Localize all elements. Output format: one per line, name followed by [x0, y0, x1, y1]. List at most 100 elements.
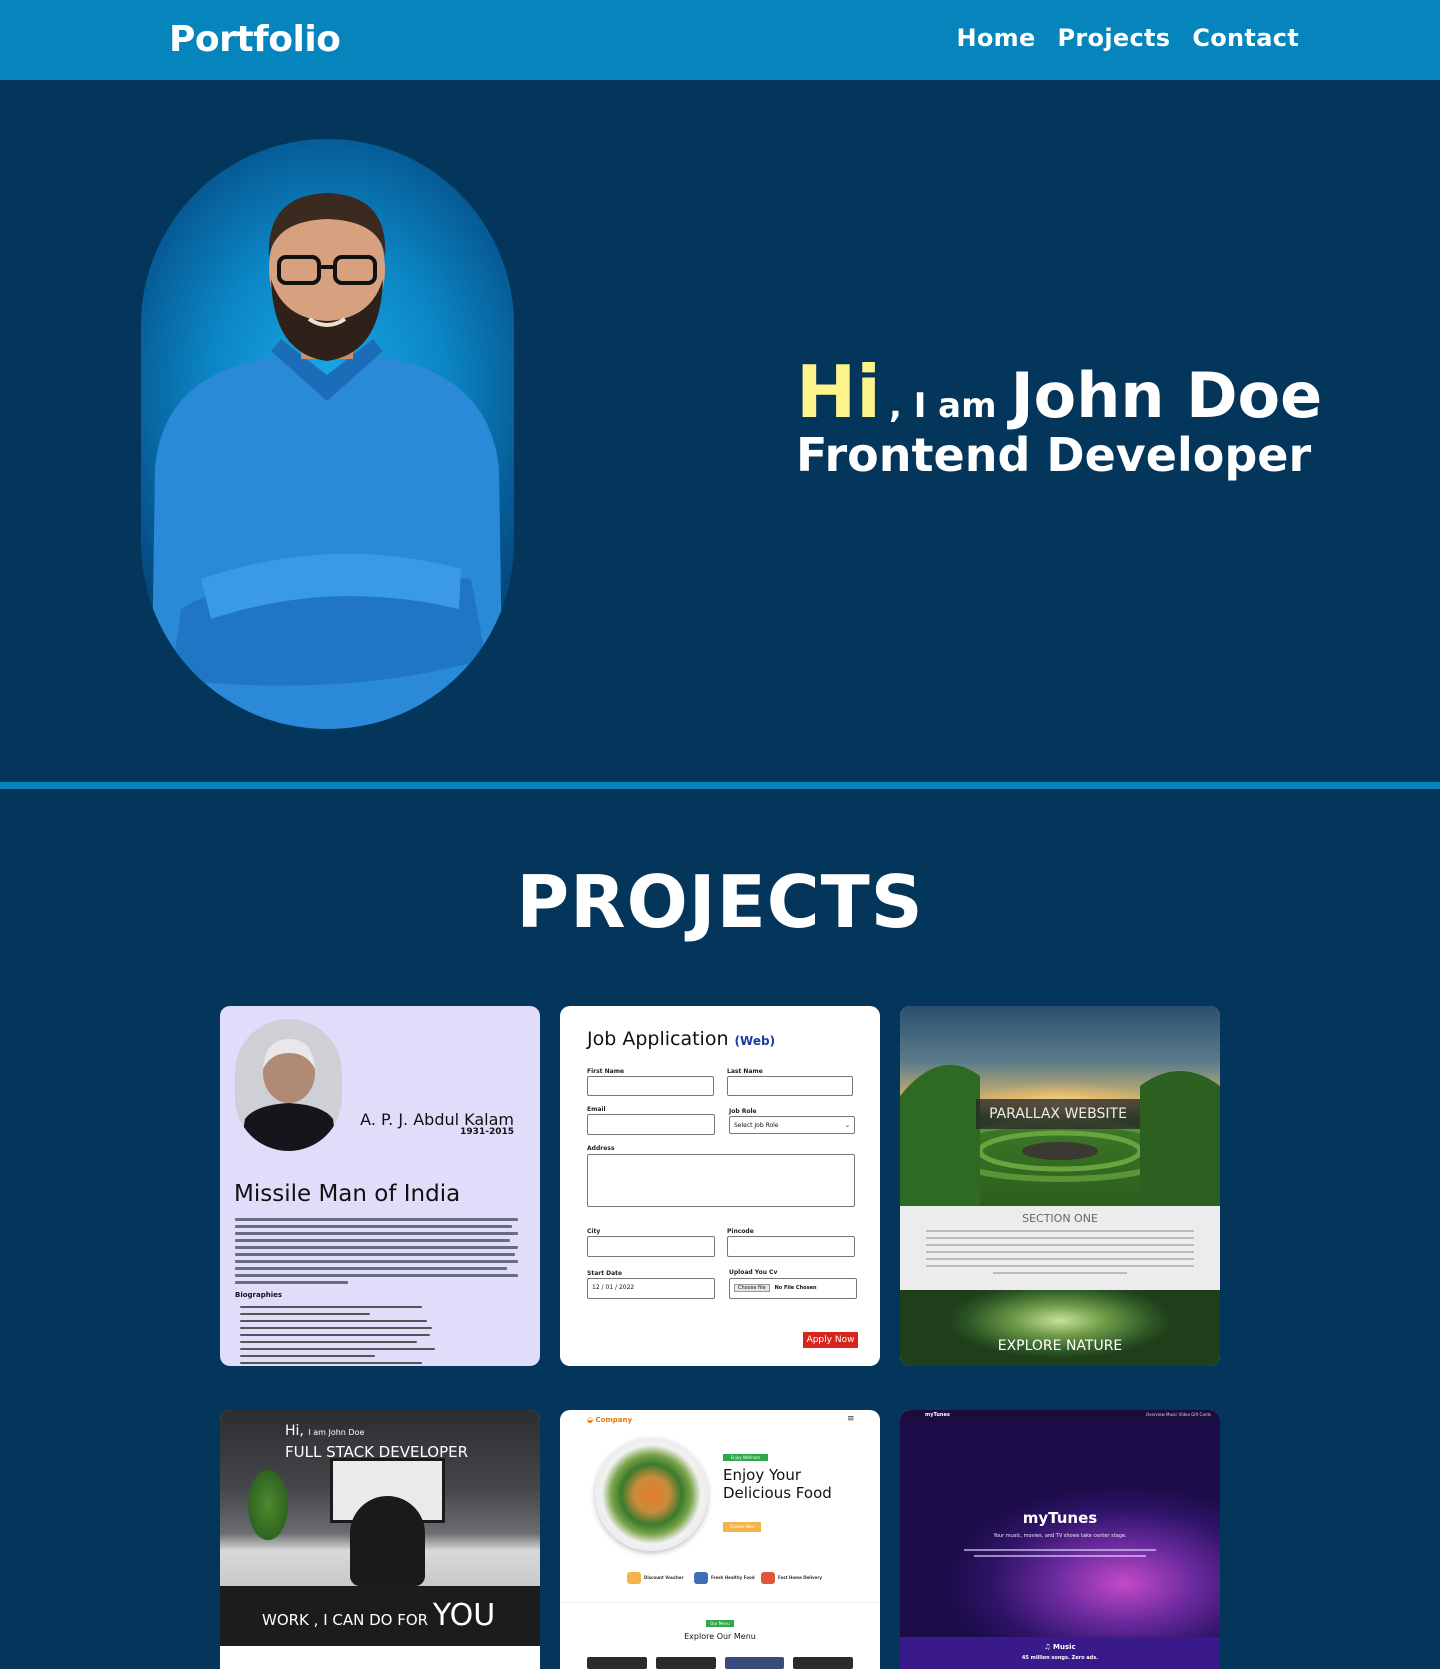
hamburger-menu-icon[interactable]: ≡	[847, 1414, 855, 1424]
food-title-line2: Delicious Food	[723, 1484, 832, 1502]
upload-cv-input[interactable]: Choose file No File Chosen	[729, 1278, 857, 1299]
label-last-name: Last Name	[727, 1068, 763, 1075]
start-date-value: 12 / 01 / 2022	[592, 1284, 635, 1291]
project-card-job-application[interactable]: Job Application (Web) First Name Last Na…	[560, 1006, 880, 1366]
feature-discount: Discount Voucher	[627, 1572, 692, 1584]
parallax-forest-image: EXPLORE NATURE	[900, 1290, 1220, 1366]
mytunes-tagline: 45 million songs. Zero ads.	[1021, 1655, 1099, 1661]
hero-section: Hi , I am John Doe Frontend Developer	[0, 80, 1440, 784]
project-card-parallax[interactable]: PARALLAX WEBSITE SECTION ONE EXPLORE NAT…	[900, 1006, 1220, 1366]
mytunes-title: myTunes	[1022, 1509, 1098, 1527]
pincode-input[interactable]	[727, 1236, 855, 1257]
feature-fresh-food-label: Fresh Healthy Food	[711, 1575, 755, 1580]
menu-thumbnails	[587, 1657, 853, 1669]
nav-link-home[interactable]: Home	[956, 24, 1035, 52]
biographies-list	[240, 1306, 500, 1366]
first-name-input[interactable]	[587, 1076, 714, 1096]
job-form-title: Job Application (Web)	[587, 1028, 775, 1050]
menu-thumb[interactable]	[724, 1657, 785, 1669]
hero-iam: , I am	[888, 386, 997, 426]
work-text-main: WORK , I CAN DO FOR	[262, 1611, 429, 1629]
email-input[interactable]	[587, 1114, 715, 1135]
menu-thumb[interactable]	[587, 1657, 647, 1669]
job-form-tag: (Web)	[734, 1034, 776, 1048]
project-card-kalam[interactable]: A. P. J. Abdul Kalam 1931-2015 Missile M…	[220, 1006, 540, 1366]
chevron-down-icon: ⌄	[844, 1122, 850, 1129]
projects-heading: PROJECTS	[516, 860, 924, 944]
label-city: City	[587, 1228, 601, 1235]
mytunes-navbar: myTunes Overview Music Video Gift Cards	[900, 1410, 1220, 1421]
nav-links: Home Projects Contact	[956, 24, 1299, 52]
plant-decoration	[248, 1470, 288, 1540]
feature-delivery: Fast Home Delivery	[761, 1572, 826, 1584]
work-text-you: YOU	[432, 1598, 496, 1633]
navbar: Portfolio Home Projects Contact	[0, 0, 1440, 80]
mytunes-nav-links[interactable]: Overview Music Video Gift Cards	[1146, 1412, 1211, 1417]
apply-now-button[interactable]: Apply Now	[803, 1332, 858, 1348]
parallax-website-label: PARALLAX WEBSITE	[976, 1099, 1140, 1129]
menu-tag: Our Menu	[706, 1620, 734, 1627]
desk-workspace-image: Hi, I am John Doe FULL STACK DEVELOPER	[220, 1410, 540, 1586]
food-title: Enjoy Your Delicious Food	[723, 1466, 832, 1502]
project-card-mytunes[interactable]: myTunes Overview Music Video Gift Cards …	[900, 1410, 1220, 1669]
mytunes-music-heading: ♫ Music	[1044, 1643, 1076, 1651]
mytunes-subtitle: Your music, movies, and TV shows take ce…	[993, 1533, 1127, 1539]
mytunes-hero-image: myTunes Your music, movies, and TV shows…	[900, 1421, 1220, 1637]
hero-intro: Hi , I am John Doe Frontend Developer	[796, 350, 1322, 482]
food-basket-icon	[694, 1572, 708, 1584]
section-one-text	[926, 1230, 1194, 1274]
kalam-years: 1931-2015	[460, 1127, 514, 1137]
menu-title: Explore Our Menu	[684, 1632, 756, 1641]
hero-name: John Doe	[1010, 359, 1323, 432]
person-at-desk	[350, 1496, 425, 1586]
explore-now-button[interactable]: Explore Now	[723, 1522, 761, 1532]
explore-nature-label: EXPLORE NATURE	[997, 1338, 1123, 1354]
nav-link-contact[interactable]: Contact	[1192, 24, 1299, 52]
profile-person-illustration	[151, 193, 503, 729]
section-one-heading: SECTION ONE	[1022, 1212, 1098, 1225]
fullstack-iam: I am John Doe	[308, 1428, 365, 1437]
feature-fresh-food: Fresh Healthy Food	[694, 1572, 759, 1584]
site-logo[interactable]: Portfolio	[169, 19, 341, 60]
label-start-date: Start Date	[587, 1270, 623, 1277]
address-textarea[interactable]	[587, 1154, 855, 1207]
fullstack-hi: Hi,	[285, 1423, 304, 1439]
hero-hi: Hi	[796, 350, 881, 434]
fullstack-role: FULL STACK DEVELOPER	[285, 1443, 469, 1461]
fullstack-greeting: Hi, I am John Doe	[285, 1423, 364, 1439]
food-title-line1: Enjoy Your	[723, 1466, 801, 1484]
feature-delivery-label: Fast Home Delivery	[778, 1575, 822, 1580]
job-form-title-text: Job Application	[587, 1028, 729, 1050]
project-card-fullstack[interactable]: Hi, I am John Doe FULL STACK DEVELOPER W…	[220, 1410, 540, 1669]
company-logo[interactable]: ◒ Company	[587, 1416, 632, 1424]
kalam-bio-text	[235, 1218, 518, 1288]
job-role-select[interactable]: Select Job Role ⌄	[729, 1116, 855, 1134]
nav-link-projects[interactable]: Projects	[1058, 24, 1171, 52]
hero-role: Frontend Developer	[796, 428, 1312, 482]
kalam-title: Missile Man of India	[234, 1181, 461, 1207]
parallax-section-one: SECTION ONE	[900, 1206, 1220, 1290]
feature-discount-label: Discount Voucher	[644, 1575, 684, 1580]
label-job-role: Job Role	[729, 1108, 757, 1115]
label-email: Email	[587, 1106, 606, 1113]
delivery-icon	[761, 1572, 775, 1584]
mytunes-logo[interactable]: myTunes	[925, 1412, 950, 1418]
label-pincode: Pincode	[727, 1228, 754, 1235]
start-date-input[interactable]: 12 / 01 / 2022	[587, 1278, 715, 1299]
no-file-chosen-text: No File Chosen	[774, 1285, 817, 1291]
section-divider	[0, 782, 1440, 789]
company-logo-text: Company	[595, 1416, 633, 1424]
project-card-food[interactable]: ◒ Company ≡ Enjoy Wellness Enjoy Your De…	[560, 1410, 880, 1669]
label-first-name: First Name	[587, 1068, 625, 1075]
work-banner: WORK , I CAN DO FOR YOU	[220, 1586, 540, 1646]
city-input[interactable]	[587, 1236, 715, 1257]
choose-file-button[interactable]: Choose file	[734, 1284, 770, 1292]
menu-thumb[interactable]	[793, 1657, 853, 1669]
last-name-input[interactable]	[727, 1076, 853, 1096]
parallax-landscape-image: PARALLAX WEBSITE	[900, 1006, 1220, 1206]
food-bowl-image	[595, 1438, 708, 1551]
biographies-heading: Biographies	[235, 1291, 283, 1299]
menu-thumb[interactable]	[655, 1657, 716, 1669]
work-text: WORK , I CAN DO FOR YOU	[262, 1598, 495, 1633]
hero-greeting-line: Hi , I am John Doe	[796, 350, 1322, 434]
